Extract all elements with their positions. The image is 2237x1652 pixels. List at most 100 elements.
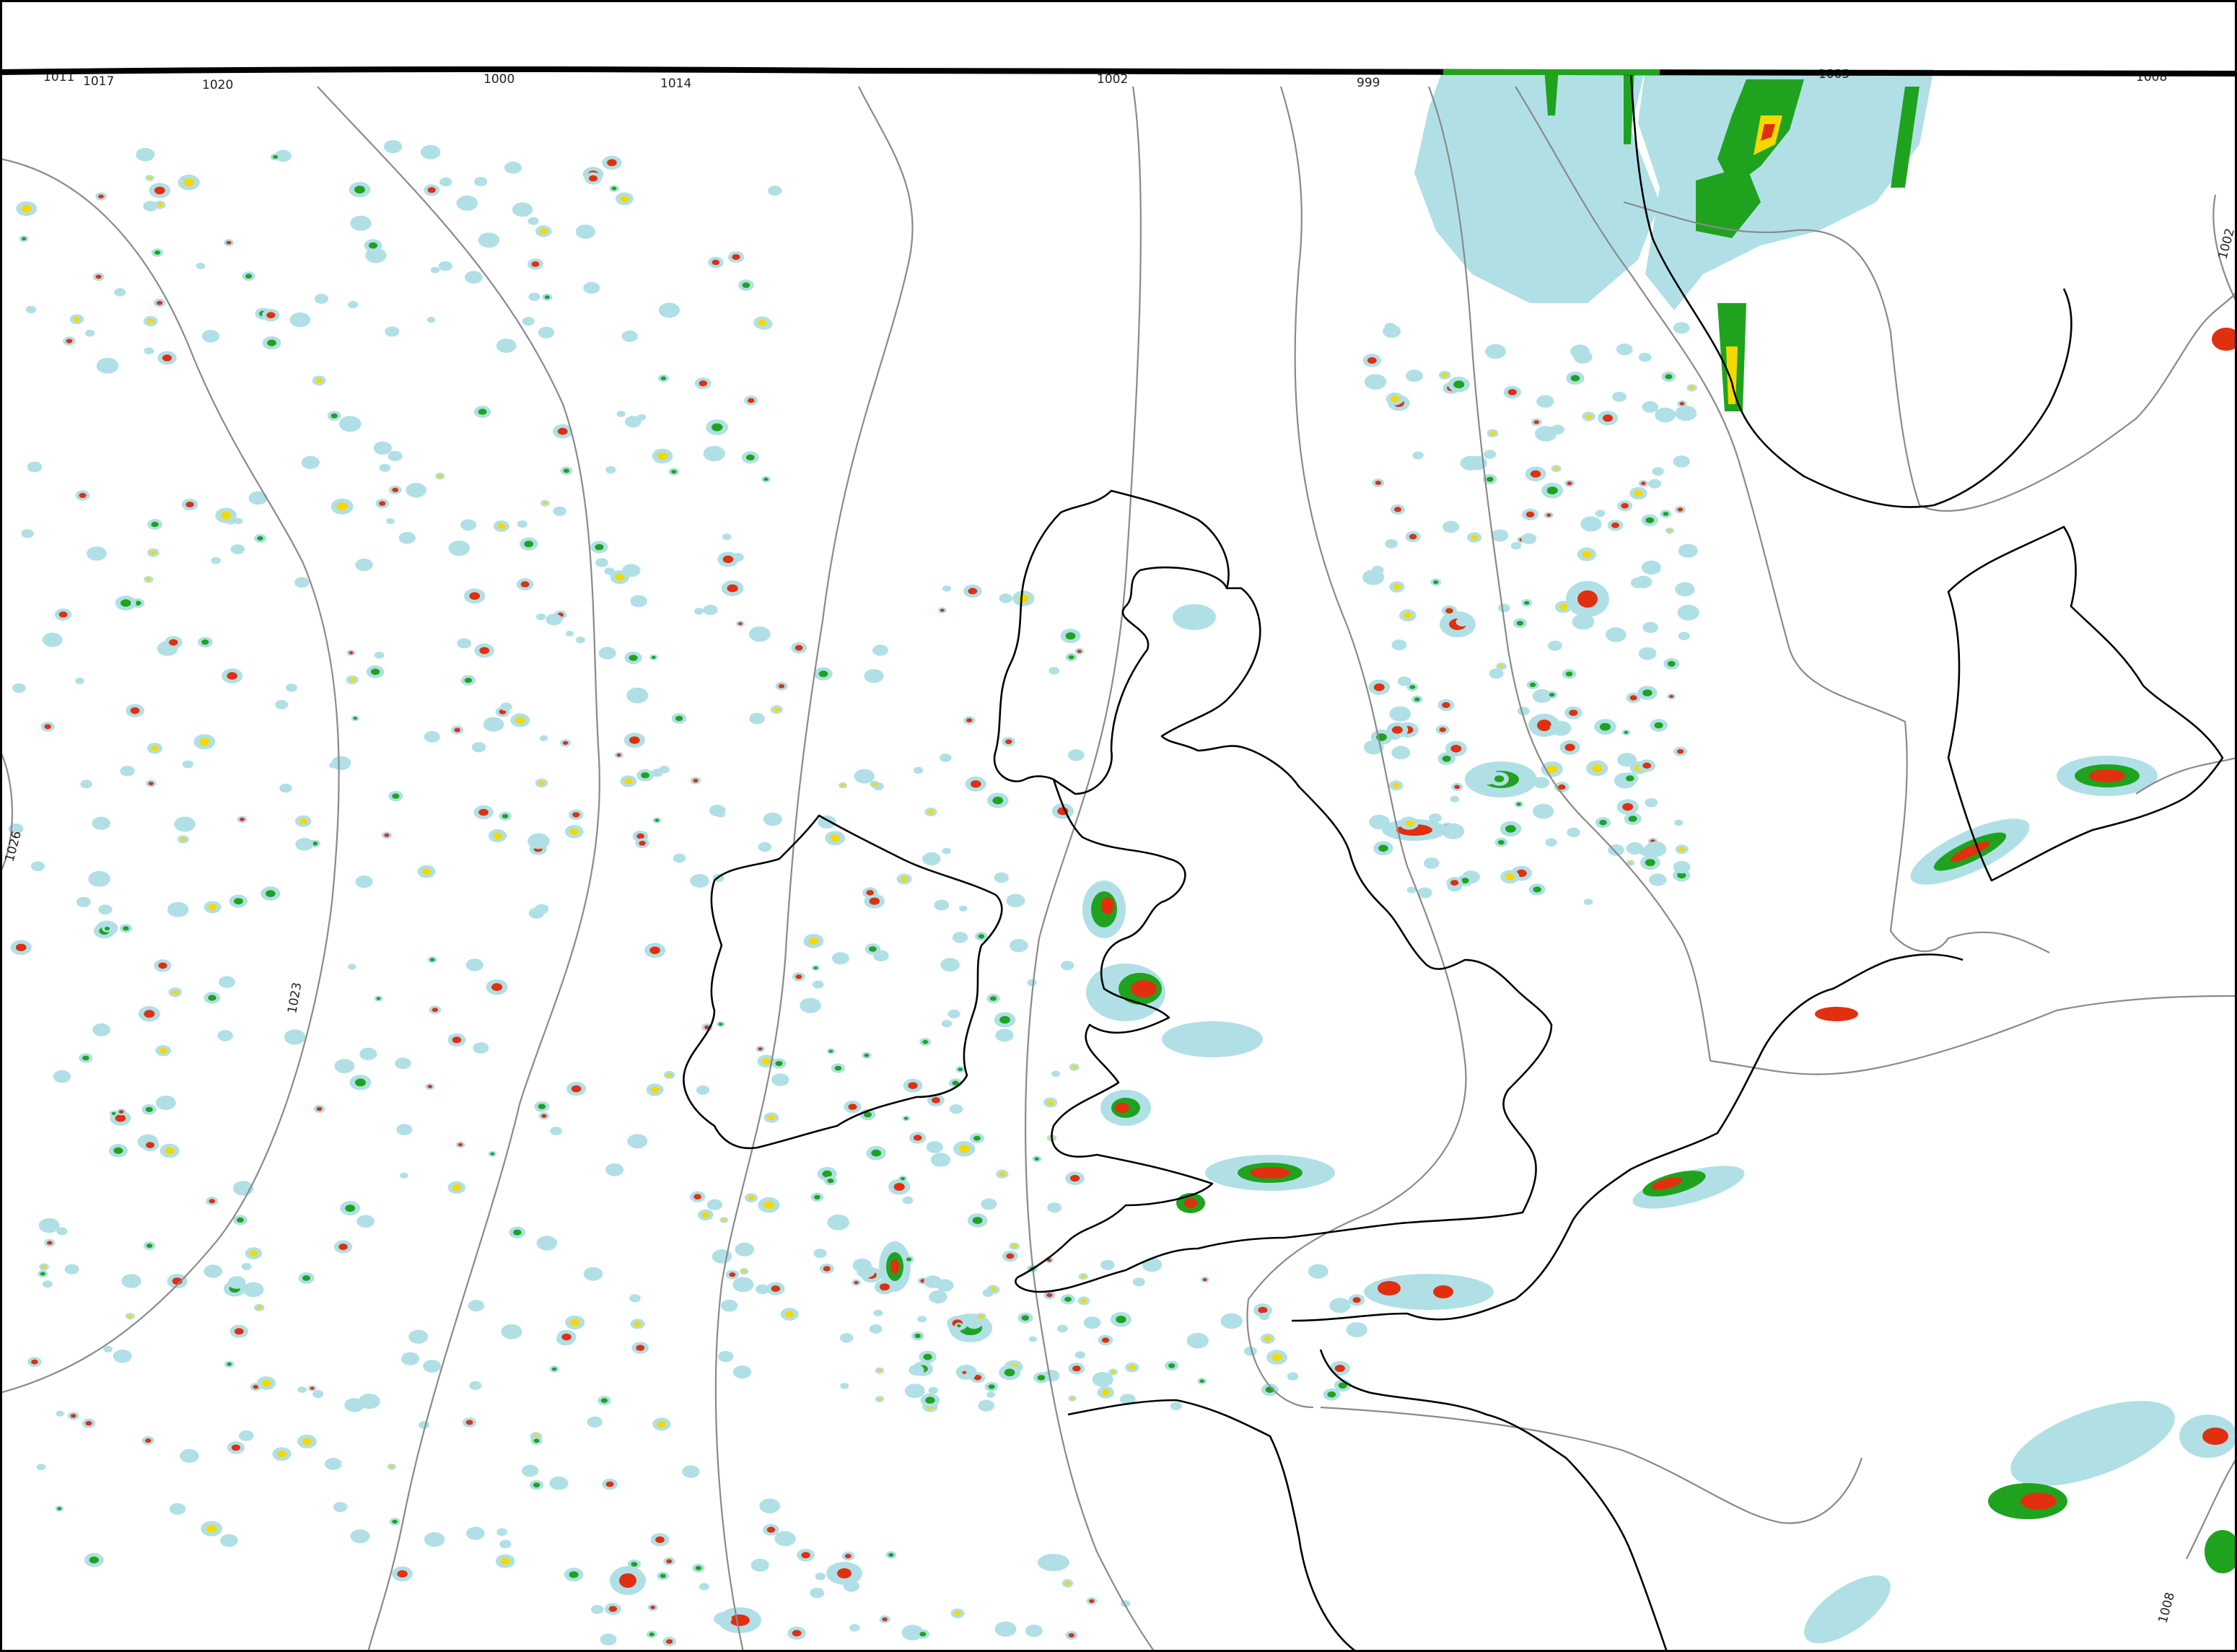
shower-core-421 bbox=[999, 1015, 1010, 1024]
shower-core-1 bbox=[541, 1114, 547, 1118]
shower-core-444 bbox=[813, 966, 818, 970]
shower-core-762 bbox=[1116, 1316, 1126, 1324]
shower-cell-428 bbox=[869, 1324, 883, 1334]
shower-cell-437 bbox=[999, 593, 1012, 603]
shower-core-303 bbox=[249, 1250, 258, 1257]
shower-core-276 bbox=[355, 1078, 366, 1087]
shower-core-216 bbox=[41, 1265, 47, 1269]
shower-cell-115 bbox=[182, 760, 193, 769]
shower-core-426 bbox=[1072, 1065, 1077, 1070]
shower-cell-398 bbox=[522, 317, 535, 326]
shower-cell-186 bbox=[56, 1410, 64, 1417]
shower-cell-118 bbox=[583, 281, 600, 294]
shower-core-747 bbox=[1258, 1306, 1268, 1314]
shower-cell-267 bbox=[379, 463, 391, 472]
shower-core-566 bbox=[1442, 372, 1448, 377]
shower-core-236 bbox=[464, 678, 473, 683]
shower-cell-117 bbox=[549, 1476, 569, 1490]
shower-core-575 bbox=[1677, 748, 1684, 754]
shower-core-514 bbox=[1006, 1253, 1015, 1259]
shower-core-809 bbox=[631, 1562, 638, 1567]
shower-cell-456 bbox=[930, 1153, 951, 1167]
shower-cell-658 bbox=[1638, 647, 1657, 660]
shower-core-785 bbox=[1089, 1599, 1095, 1604]
shower-core-220 bbox=[595, 543, 604, 551]
shower-core-82 bbox=[629, 655, 638, 661]
shower-core-548 bbox=[1546, 513, 1551, 517]
shower-core-446 bbox=[927, 809, 934, 815]
shower-cell-341 bbox=[627, 1134, 648, 1149]
shower-core-172 bbox=[629, 736, 640, 744]
shower-core-704 bbox=[1433, 580, 1439, 585]
shower-core-53 bbox=[44, 724, 51, 730]
shower-cell-402 bbox=[528, 292, 540, 302]
shower-core-243 bbox=[655, 818, 660, 822]
shower-core-309 bbox=[40, 1272, 45, 1276]
shower-cell-761 bbox=[840, 1383, 849, 1389]
shower-core-144 bbox=[266, 312, 276, 319]
shower-core-63 bbox=[261, 1379, 271, 1387]
shower-cell-213 bbox=[356, 1215, 375, 1228]
shower-cell-131 bbox=[439, 177, 452, 187]
shower-core-637 bbox=[1629, 695, 1637, 701]
shower-cell-764 bbox=[928, 1386, 938, 1394]
shower-core-265 bbox=[531, 261, 540, 267]
shower-cell-157 bbox=[203, 1264, 223, 1278]
shower-core-183 bbox=[699, 380, 707, 387]
shower-core-714 bbox=[914, 1333, 921, 1339]
shower-cell-632 bbox=[1634, 575, 1652, 589]
shower-core-687 bbox=[1533, 420, 1539, 424]
shower-core-60 bbox=[234, 1328, 244, 1335]
shower-cell-47 bbox=[550, 1127, 562, 1135]
shower-core-516 bbox=[872, 782, 877, 786]
shower-core-482 bbox=[808, 937, 819, 945]
shower-core-523 bbox=[908, 1082, 918, 1089]
precip-wales-north-heavy bbox=[1131, 980, 1157, 997]
shower-core-45 bbox=[209, 1199, 216, 1204]
shower-core-133 bbox=[636, 1345, 645, 1351]
shower-cell-9 bbox=[763, 812, 782, 826]
shower-cell-443 bbox=[812, 980, 824, 989]
shower-cell-662 bbox=[1580, 516, 1602, 532]
shower-core-586 bbox=[1454, 785, 1461, 790]
shower-core-46 bbox=[234, 898, 243, 905]
shower-core-558 bbox=[1663, 512, 1669, 516]
shower-cell-629 bbox=[1547, 640, 1562, 651]
shower-cell-696 bbox=[1570, 344, 1590, 359]
shower-core-724 bbox=[1334, 1365, 1345, 1372]
shower-cell-320 bbox=[496, 338, 517, 353]
shower-core-234 bbox=[758, 1047, 763, 1051]
shower-core-647 bbox=[1450, 745, 1462, 753]
shower-core-284 bbox=[121, 599, 131, 607]
top-label-2: 1017 bbox=[83, 74, 114, 89]
shower-cell-242 bbox=[527, 217, 539, 225]
shower-core-781 bbox=[1068, 1633, 1075, 1638]
shower-cell-379 bbox=[312, 1390, 324, 1398]
shower-cell-393 bbox=[144, 347, 154, 355]
shower-core-192 bbox=[452, 1184, 461, 1191]
shower-core-229 bbox=[452, 1036, 462, 1044]
shower-cell-639 bbox=[1678, 631, 1690, 641]
shower-core-797 bbox=[695, 1565, 702, 1570]
shower-core-130 bbox=[478, 408, 487, 415]
shower-core-646 bbox=[1525, 511, 1535, 518]
shower-cell-744 bbox=[1220, 1313, 1243, 1329]
shower-cell-185 bbox=[36, 1464, 46, 1471]
shower-cell-808 bbox=[994, 1621, 1017, 1637]
shower-cell-418 bbox=[30, 861, 45, 872]
shower-core-743 bbox=[1072, 1365, 1081, 1372]
shower-cell-312 bbox=[42, 1280, 53, 1288]
shower-core-274 bbox=[478, 808, 489, 816]
shower-cell-447 bbox=[1056, 1324, 1068, 1333]
shower-core-529 bbox=[932, 1097, 940, 1103]
shower-cell-755 bbox=[1287, 1372, 1299, 1381]
shower-cell-380 bbox=[694, 608, 704, 615]
shower-cell-167 bbox=[196, 263, 206, 269]
shower-core-107 bbox=[639, 841, 646, 846]
shower-cell-389 bbox=[38, 1218, 60, 1233]
shower-core-691 bbox=[1442, 755, 1451, 762]
shower-core-296 bbox=[427, 1085, 432, 1088]
shower-cell-477 bbox=[1067, 749, 1085, 761]
shower-cell-209 bbox=[143, 201, 158, 211]
shower-core-613 bbox=[1645, 517, 1654, 523]
